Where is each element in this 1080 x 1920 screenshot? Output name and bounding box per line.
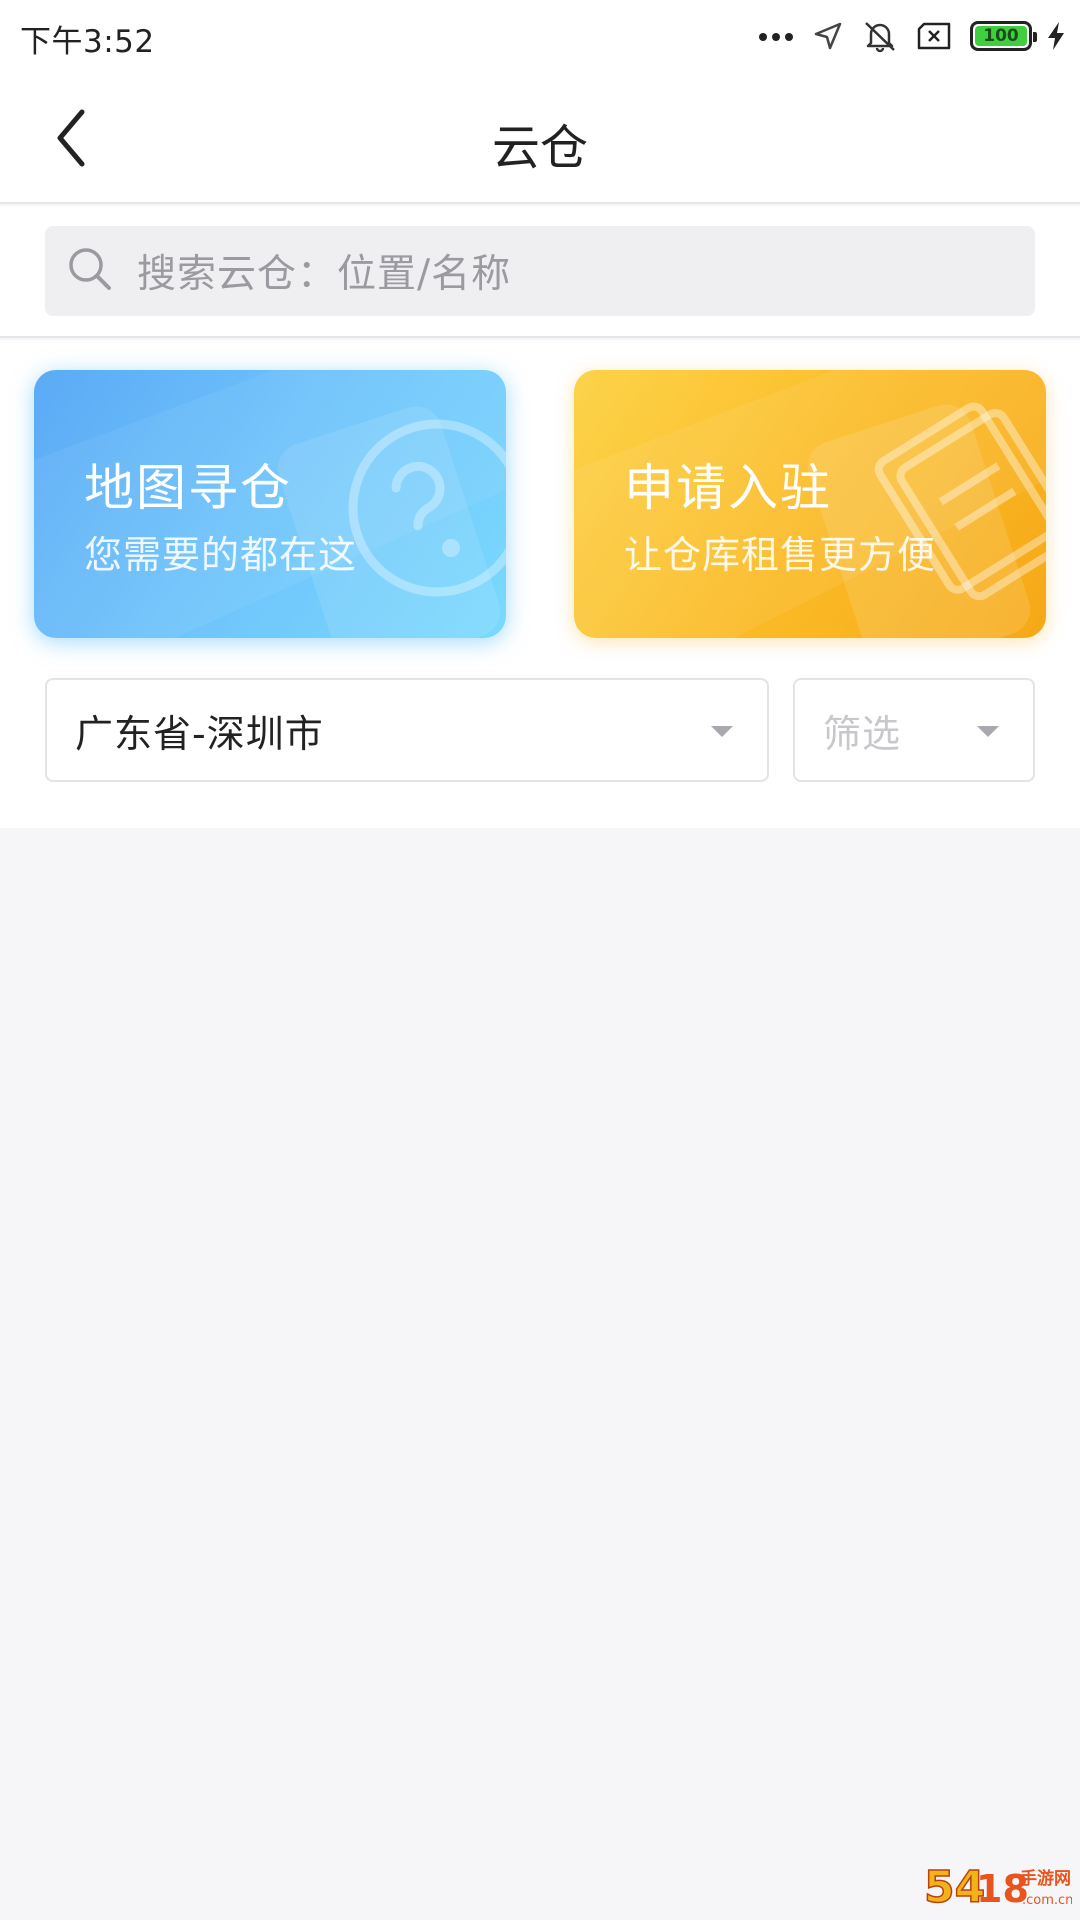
card-subtitle: 让仓库租售更方便 xyxy=(624,533,937,577)
battery-level: 100 xyxy=(975,26,1027,46)
search-input[interactable]: 搜索云仓：位置/名称 xyxy=(45,226,1035,316)
location-arrow-icon xyxy=(812,20,844,52)
apply-join-card[interactable]: 申请入驻 让仓库租售更方便 xyxy=(574,370,1046,638)
filter-placeholder: 筛选 xyxy=(823,711,902,756)
svg-text:手游网: 手游网 xyxy=(1020,1868,1071,1889)
mute-bell-icon xyxy=(862,19,898,53)
search-area: 搜索云仓：位置/名称 xyxy=(0,206,1080,338)
filter-dropdown[interactable]: 筛选 xyxy=(793,678,1035,782)
status-bar: 下午3:52 100 xyxy=(0,0,1080,72)
page-title: 云仓 xyxy=(491,120,588,176)
search-placeholder: 搜索云仓：位置/名称 xyxy=(137,252,512,297)
search-icon xyxy=(67,246,113,296)
sim-x-icon xyxy=(916,21,952,51)
card-subtitle: 您需要的都在这 xyxy=(84,533,358,577)
status-icons: 100 xyxy=(758,16,1066,56)
map-search-card[interactable]: 地图寻仓 您需要的都在这 xyxy=(34,370,506,638)
svg-text:.com.cn: .com.cn xyxy=(1022,1893,1072,1908)
main-panel: 地图寻仓 您需要的都在这 申请入驻 让仓库租售更方便 广东省-深圳市 筛选 xyxy=(0,340,1080,828)
card-title: 申请入驻 xyxy=(624,459,832,517)
charging-bolt-icon xyxy=(1046,21,1066,51)
battery-icon: 100 xyxy=(970,21,1037,51)
more-dots-icon xyxy=(758,30,794,42)
region-value: 广东省-深圳市 xyxy=(75,711,324,756)
caret-down-icon xyxy=(977,726,999,737)
region-dropdown[interactable]: 广东省-深圳市 xyxy=(45,678,769,782)
card-title: 地图寻仓 xyxy=(84,459,292,517)
caret-down-icon xyxy=(711,726,733,737)
status-time: 下午3:52 xyxy=(20,24,155,60)
watermark-logo: 54 18 手游网 .com.cn xyxy=(923,1861,1072,1912)
title-bar: 云仓 xyxy=(0,72,1080,204)
